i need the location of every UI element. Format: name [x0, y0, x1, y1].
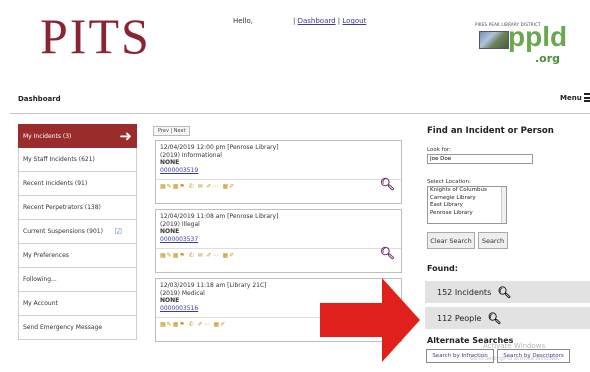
card-divider: [156, 179, 401, 180]
search-icon[interactable]: 🔍︎: [380, 247, 395, 258]
incident-card[interactable]: 12/04/2019 12:00 pm [Penrose Library] (2…: [155, 140, 402, 204]
location-label: Select Location:: [427, 179, 471, 185]
location-option[interactable]: Knights of Columbus: [430, 187, 506, 195]
hamburger-icon: [583, 93, 590, 102]
found-people-label: 112 People: [437, 313, 482, 323]
incident-date-location: 12/04/2019 11:08 am [Penrose Library]: [160, 213, 279, 220]
found-people-button[interactable]: 112 People 🔍︎: [425, 307, 590, 329]
incident-date-location: 12/04/2019 12:00 pm [Penrose Library]: [160, 144, 279, 151]
logout-link[interactable]: Logout: [342, 17, 366, 25]
ppld-logo: PIKES PEAK LIBRARY DISTRICT ppld .org: [463, 22, 567, 67]
sidebar-item-label: My Preferences: [23, 252, 69, 259]
incident-card[interactable]: 12/04/2019 11:08 am [Penrose Library] (2…: [155, 209, 402, 273]
incident-type: (2019) Illegal: [160, 220, 200, 228]
sidebar-item-label: Send Emergency Message: [23, 324, 103, 331]
dashboard-link[interactable]: Dashboard: [298, 17, 336, 25]
search-icon: 🔍︎: [487, 311, 502, 325]
incident-action-icons[interactable]: ▦✎▦⚑ ✆ ✉ ✐⋯ ▦✐: [160, 252, 235, 260]
location-option[interactable]: Penrose Library: [430, 210, 506, 218]
sidebar-item-label: Following...: [23, 276, 57, 283]
windows-activation-subtext: Go to Settings to activate Windows.: [470, 356, 560, 362]
pits-logo: PITS: [40, 8, 151, 64]
ppld-photo: [479, 31, 509, 49]
red-arrow-annotation: [320, 278, 420, 362]
ppld-text: ppld: [508, 21, 568, 52]
look-for-input[interactable]: [427, 154, 533, 164]
greeting: Hello,: [233, 17, 253, 25]
found-incidents-button[interactable]: 152 Incidents 🔍︎: [425, 281, 590, 303]
divider: [10, 113, 590, 114]
sidebar-item-my-staff-incidents[interactable]: My Staff Incidents (621): [18, 148, 137, 172]
clear-search-button[interactable]: Clear Search: [427, 232, 475, 249]
sidebar-item-label: Recent Incidents (91): [23, 180, 88, 187]
sidebar-item-label: Recent Perpetrators (138): [23, 204, 101, 211]
incident-action-icons[interactable]: ▦✎▦⚑ ✆ ✐⋯ ▦✐: [160, 321, 226, 329]
scrollbar[interactable]: [501, 187, 506, 223]
incident-status: NONE: [160, 159, 180, 167]
page-title: Dashboard: [18, 95, 61, 103]
card-divider: [156, 248, 401, 249]
sidebar-item-label: Current Suspensions (901): [23, 228, 103, 235]
incident-action-icons[interactable]: ▦✎▦⚑ ✆ ✉ ✐⋯ ▦✐: [160, 183, 235, 191]
sidebar-item-label: My Incidents (3): [23, 132, 72, 140]
found-incidents-label: 152 Incidents: [437, 287, 492, 297]
sidebar-item-recent-perpetrators[interactable]: Recent Perpetrators (138): [18, 196, 137, 220]
look-for-label: Look for:: [427, 147, 451, 153]
menu-button[interactable]: Menu: [560, 93, 590, 102]
search-icon: 🔍︎: [497, 285, 512, 299]
incident-status: NONE: [160, 228, 180, 236]
sidebar-item-following[interactable]: Following...: [18, 268, 137, 292]
menu-label: Menu: [560, 93, 582, 102]
sidebar-item-label: My Account: [23, 300, 58, 307]
sidebar-item-label: My Staff Incidents (621): [23, 156, 95, 163]
sidebar-item-send-emergency-message[interactable]: Send Emergency Message: [18, 316, 137, 340]
find-title: Find an Incident or Person: [427, 126, 554, 136]
sidebar-item-my-account[interactable]: My Account: [18, 292, 137, 316]
sidebar-item-my-incidents[interactable]: My Incidents (3) ➜: [18, 124, 137, 148]
sidebar-item-my-preferences[interactable]: My Preferences: [18, 244, 137, 268]
pager[interactable]: Prev | Next: [153, 126, 191, 136]
sidebar: My Incidents (3) ➜ My Staff Incidents (6…: [18, 124, 137, 340]
incident-type: (2019) Informational: [160, 151, 222, 159]
arrow-right-icon: ➜: [119, 126, 132, 145]
search-button[interactable]: Search: [478, 232, 508, 249]
location-select[interactable]: Knights of Columbus Carnegie Library Eas…: [427, 186, 507, 224]
location-option[interactable]: East Library: [430, 202, 506, 210]
windows-activation-watermark: Activate Windows: [483, 342, 546, 350]
incident-number-link[interactable]: 0000003537: [160, 236, 397, 244]
top-links: | Dashboard | Logout: [293, 17, 367, 25]
sidebar-item-recent-incidents[interactable]: Recent Incidents (91): [18, 172, 137, 196]
ppld-org: .org: [535, 52, 561, 65]
incident-number-link[interactable]: 0000003519: [160, 167, 397, 175]
search-icon[interactable]: 🔍︎: [380, 178, 395, 189]
sidebar-item-current-suspensions[interactable]: Current Suspensions (901) ☑: [18, 220, 137, 244]
external-link-icon[interactable]: ☑: [115, 227, 122, 236]
location-option[interactable]: Carnegie Library: [430, 195, 506, 203]
found-title: Found:: [427, 264, 458, 273]
